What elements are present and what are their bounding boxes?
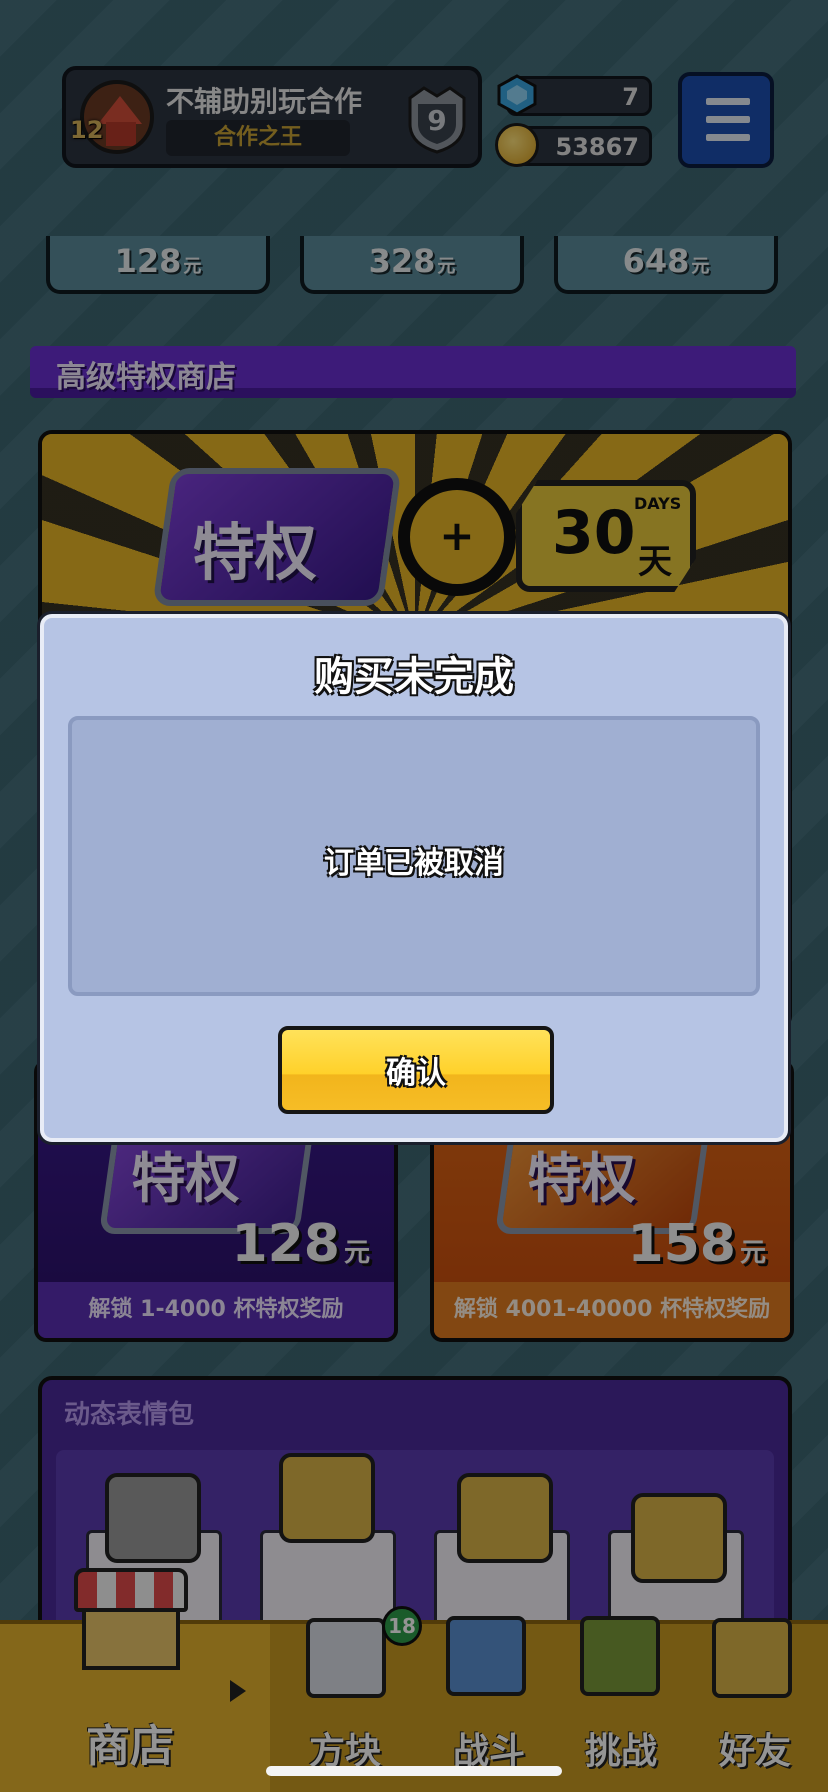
purchase-incomplete-dialog: 购买未完成 订单已被取消 确认	[40, 614, 788, 1142]
dialog-message: 订单已被取消	[324, 846, 504, 881]
confirm-button[interactable]: 确认	[278, 1026, 554, 1114]
dialog-body: 订单已被取消	[68, 716, 760, 996]
home-indicator[interactable]	[266, 1766, 562, 1776]
dialog-title: 购买未完成	[314, 654, 514, 700]
